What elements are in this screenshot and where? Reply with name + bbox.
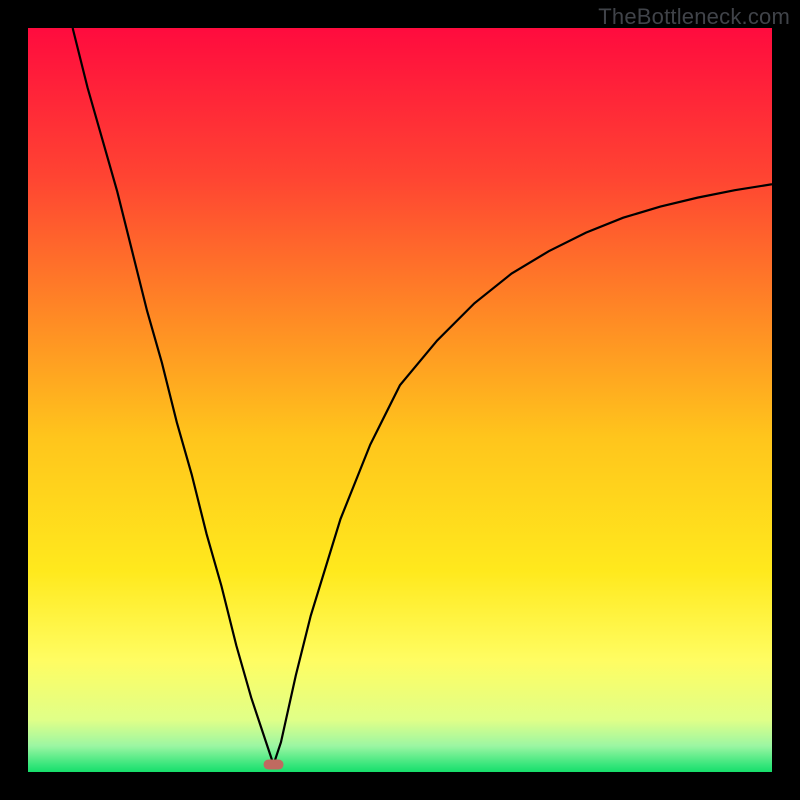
attribution-label: TheBottleneck.com <box>598 4 790 30</box>
chart-svg <box>28 28 772 772</box>
plot-area <box>28 28 772 772</box>
chart-frame: TheBottleneck.com <box>0 0 800 800</box>
gradient-background <box>28 28 772 772</box>
bottleneck-marker <box>264 760 284 770</box>
